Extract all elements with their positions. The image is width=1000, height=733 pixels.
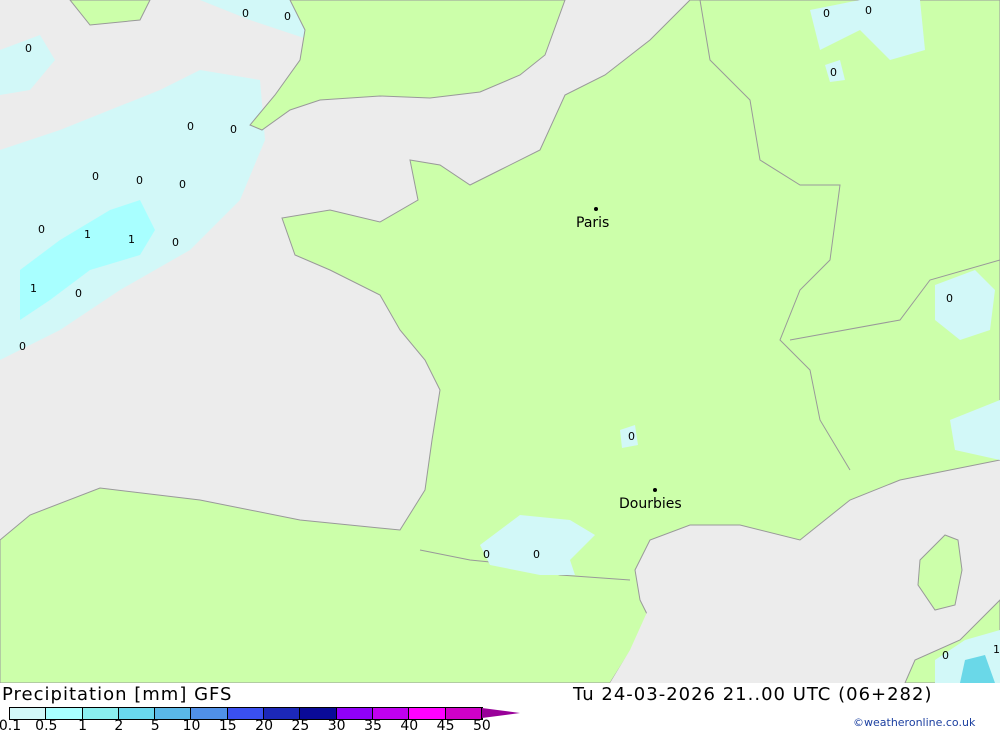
value-label: 0 <box>38 223 45 236</box>
legend-tick-label: 40 <box>400 718 419 733</box>
value-label: 0 <box>483 548 490 561</box>
city-marker-paris <box>594 207 598 211</box>
value-label: 0 <box>136 174 143 187</box>
legend-tick-label: 20 <box>255 718 274 733</box>
weather-map-view: Paris Dourbies 0 0 0 0 0 0 0 0 0 0 1 1 0… <box>0 0 1000 733</box>
legend-tick-label: 50 <box>472 718 491 733</box>
value-label: 0 <box>230 123 237 136</box>
forecast-datetime: Tu 24-03-2026 21..00 UTC (06+282) <box>573 684 933 705</box>
city-label-dourbies[interactable]: Dourbies <box>619 496 682 512</box>
value-label: 1 <box>84 228 91 241</box>
legend-tick-label: 15 <box>218 718 237 733</box>
city-marker-dourbies <box>653 488 657 492</box>
legend-overflow-arrow <box>482 708 520 718</box>
value-label: 0 <box>865 4 872 17</box>
legend-tick-label: 0.5 <box>35 718 58 733</box>
copyright-link[interactable]: ©weatheronline.co.uk <box>853 716 975 729</box>
value-label: 0 <box>25 42 32 55</box>
legend-tick-label: 0.1 <box>0 718 22 733</box>
legend-tick-label: 35 <box>364 718 382 733</box>
value-label: 0 <box>830 66 837 79</box>
legend-tick-label: 1 <box>78 718 88 733</box>
value-label: 0 <box>172 236 179 249</box>
value-label: 1 <box>30 282 37 295</box>
value-label: 1 <box>128 233 135 246</box>
value-label: 1 <box>993 643 1000 656</box>
value-label: 0 <box>187 120 194 133</box>
legend-ticks: 0.1 0.5 1 2 5 10 15 20 25 30 35 40 45 50 <box>0 718 520 733</box>
legend-tick-label: 30 <box>327 718 346 733</box>
value-label: 0 <box>19 340 26 353</box>
value-label: 0 <box>942 649 949 662</box>
value-label: 0 <box>179 178 186 191</box>
legend-tick-label: 2 <box>114 718 124 733</box>
city-label-paris[interactable]: Paris <box>576 215 609 231</box>
legend-tick-label: 25 <box>291 718 310 733</box>
value-label: 0 <box>75 287 82 300</box>
value-label: 0 <box>628 430 635 443</box>
legend-tick-label: 45 <box>436 718 455 733</box>
value-label: 0 <box>284 10 291 23</box>
map-title: Precipitation [mm] GFS <box>2 684 233 705</box>
value-label: 0 <box>533 548 540 561</box>
precipitation-map[interactable]: Paris Dourbies 0 0 0 0 0 0 0 0 0 0 1 1 0… <box>0 0 1000 683</box>
value-label: 0 <box>946 292 953 305</box>
legend-tick-label: 5 <box>150 718 160 733</box>
value-label: 0 <box>823 7 830 20</box>
value-label: 0 <box>92 170 99 183</box>
value-label: 0 <box>242 7 249 20</box>
legend-tick-label: 10 <box>182 718 201 733</box>
